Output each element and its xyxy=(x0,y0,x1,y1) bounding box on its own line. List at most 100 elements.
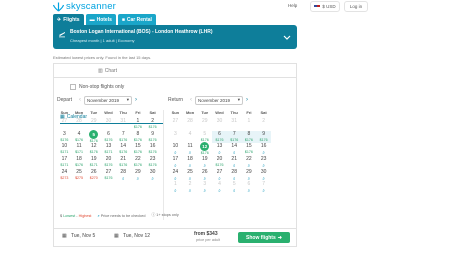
return-day-cell[interactable]: 28 ⌕ xyxy=(227,169,242,182)
return-day-cell[interactable]: 28 xyxy=(183,118,198,131)
depart-day-cell[interactable]: 1 $176 xyxy=(131,118,146,131)
depart-day-cell[interactable]: 28 xyxy=(72,118,87,131)
return-day-cell[interactable]: 7 ⌕ xyxy=(256,181,271,194)
return-day-cell[interactable]: 11 ⌕ xyxy=(183,143,198,156)
return-day-cell[interactable]: 16 ⌕ xyxy=(256,143,271,156)
return-day-cell[interactable]: 30 xyxy=(212,118,227,131)
nonstop-checkbox[interactable] xyxy=(70,84,76,90)
depart-month-select[interactable]: November 2019 ▾ xyxy=(84,95,133,105)
depart-day-cell[interactable]: 30 xyxy=(101,118,116,131)
return-day-cell[interactable]: 1 ⌕ xyxy=(168,181,183,194)
depart-day-cell[interactable]: 23 $176 xyxy=(145,156,160,169)
help-link[interactable]: Help xyxy=(288,3,297,8)
outbound-date[interactable]: ▦ Tue, Nov 5 xyxy=(62,233,95,239)
return-day-cell[interactable]: 20 $176 xyxy=(212,156,227,169)
tab-car-rental[interactable]: ■ Car Rental xyxy=(117,14,156,25)
return-day-cell[interactable]: 1 xyxy=(242,118,257,131)
return-day-cell[interactable]: 27 ⌕ xyxy=(212,169,227,182)
depart-day-cell[interactable]: 27 xyxy=(57,118,72,131)
return-day-cell[interactable]: 4 ⌕ xyxy=(212,181,227,194)
return-day-cell[interactable]: 18 ⌕ xyxy=(183,156,198,169)
depart-day-cell[interactable]: 10 $171 xyxy=(57,143,72,156)
skyscanner-logo[interactable]: skyscanner xyxy=(53,1,116,12)
return-day-cell[interactable]: 31 xyxy=(227,118,242,131)
return-day-cell[interactable]: 25 ⌕ xyxy=(183,169,198,182)
return-day-cell[interactable]: 4 xyxy=(183,131,198,144)
depart-day-cell[interactable]: 27 $176 xyxy=(101,169,116,182)
return-day-cell[interactable]: 21 ⌕ xyxy=(227,156,242,169)
return-day-cell[interactable]: 29 ⌕ xyxy=(242,169,257,182)
return-day-cell[interactable]: 14 ⌕ xyxy=(227,143,242,156)
depart-day-cell[interactable]: 30 ⌕ xyxy=(145,169,160,182)
return-day-number: 31 xyxy=(231,118,237,124)
return-day-cell[interactable]: 8 $176 xyxy=(241,130,257,144)
tab-hotels[interactable]: ▬ Hotels xyxy=(85,14,116,25)
return-day-cell[interactable]: 3 ⌕ xyxy=(197,181,212,194)
currency-button[interactable]: $ USD xyxy=(310,1,340,12)
depart-day-number: 22 xyxy=(135,156,141,163)
depart-day-cell[interactable]: 18 $176 xyxy=(72,156,87,169)
return-day-cell[interactable]: 29 xyxy=(197,118,212,131)
depart-day-cell[interactable]: 19 $171 xyxy=(86,156,101,169)
depart-day-cell[interactable]: 8 $176 xyxy=(131,131,146,144)
depart-day-cell[interactable]: 26 $270 xyxy=(86,169,101,182)
depart-day-cell[interactable]: 25 $275 xyxy=(72,169,87,182)
return-day-cell[interactable]: 26 ⌕ xyxy=(197,169,212,182)
depart-day-cell[interactable]: 28 ⌕ xyxy=(116,169,131,182)
return-day-cell[interactable]: 13 ⌕ xyxy=(212,143,227,156)
search-summary-bar[interactable]: Boston Logan International (BOS) - Londo… xyxy=(53,25,297,49)
return-day-cell[interactable]: 19 ⌕ xyxy=(197,156,212,169)
show-flights-button[interactable]: Show flights ➜ xyxy=(238,232,290,243)
return-day-cell[interactable]: 5 ⌕ xyxy=(227,181,242,194)
depart-day-cell[interactable]: 31 xyxy=(116,118,131,131)
depart-day-cell[interactable]: 6 $176 xyxy=(101,131,116,144)
depart-day-cell[interactable]: 20 $176 xyxy=(101,156,116,169)
return-day-cell[interactable]: 2 ⌕ xyxy=(183,181,198,194)
depart-day-cell[interactable]: 15 $176 xyxy=(131,143,146,156)
return-day-cell[interactable]: 3 xyxy=(168,131,183,144)
return-prev-month-button[interactable]: ‹ xyxy=(187,96,195,105)
depart-day-cell[interactable]: 21 $176 xyxy=(116,156,131,169)
return-day-cell[interactable]: 30 ⌕ xyxy=(256,169,271,182)
depart-next-month-button[interactable]: › xyxy=(132,96,140,105)
return-day-cell[interactable]: 9 $176 xyxy=(256,130,271,144)
depart-day-cell[interactable]: 4 $176 xyxy=(72,131,87,144)
tab-chart[interactable]: ▥ Chart xyxy=(98,64,117,78)
return-day-cell[interactable]: 6 $176 xyxy=(212,130,227,144)
nonstop-toggle[interactable]: Non-stop flights only xyxy=(70,84,124,90)
return-day-cell[interactable]: 6 ⌕ xyxy=(242,181,257,194)
depart-day-cell[interactable]: 14 $176 xyxy=(116,143,131,156)
return-day-cell[interactable]: 12 $176 xyxy=(197,142,212,156)
depart-day-cell[interactable]: 17 $171 xyxy=(57,156,72,169)
depart-prev-month-button[interactable]: ‹ xyxy=(76,96,84,105)
return-day-cell[interactable]: 24 ⌕ xyxy=(168,169,183,182)
return-day-cell[interactable]: 23 ⌕ xyxy=(256,156,271,169)
depart-day-cell[interactable]: 24 $273 xyxy=(57,169,72,182)
depart-day-cell[interactable]: 13 $171 xyxy=(101,143,116,156)
login-button[interactable]: Log in xyxy=(344,1,368,12)
depart-day-cell[interactable]: 22 $176 xyxy=(131,156,146,169)
depart-day-cell[interactable]: 7 $176 xyxy=(116,131,131,144)
depart-day-cell[interactable]: 9 $176 xyxy=(145,131,160,144)
depart-day-cell[interactable]: 29 xyxy=(86,118,101,131)
depart-day-cell[interactable]: 29 ⌕ xyxy=(131,169,146,182)
return-day-cell[interactable]: 27 xyxy=(168,118,183,131)
depart-day-cell[interactable]: 5 $176 xyxy=(86,129,101,144)
return-day-number: 28 xyxy=(231,168,237,175)
return-day-cell[interactable]: 10 ⌕ xyxy=(168,143,183,156)
depart-day-cell[interactable]: 3 $176 xyxy=(57,131,72,144)
tab-flights[interactable]: ✈ Flights xyxy=(53,14,84,25)
inbound-date[interactable]: ▦ Tue, Nov 12 xyxy=(114,233,150,239)
return-day-cell[interactable]: 17 ⌕ xyxy=(168,156,183,169)
return-day-cell[interactable]: 22 ⌕ xyxy=(242,156,257,169)
magnifier-icon: ⌕ xyxy=(203,188,207,194)
return-month-select[interactable]: November 2019 ▾ xyxy=(195,95,244,105)
return-day-cell[interactable]: 2 xyxy=(256,118,271,131)
return-next-month-button[interactable]: › xyxy=(243,96,251,105)
depart-day-cell[interactable]: 2 $176 xyxy=(145,118,160,131)
depart-day-cell[interactable]: 16 $176 xyxy=(145,143,160,156)
depart-day-cell[interactable]: 11 $171 xyxy=(72,143,87,156)
return-day-cell[interactable]: 15 $176 xyxy=(242,143,257,156)
return-day-cell[interactable]: 7 $176 xyxy=(226,130,242,144)
depart-day-cell[interactable]: 12 $176 xyxy=(86,143,101,156)
